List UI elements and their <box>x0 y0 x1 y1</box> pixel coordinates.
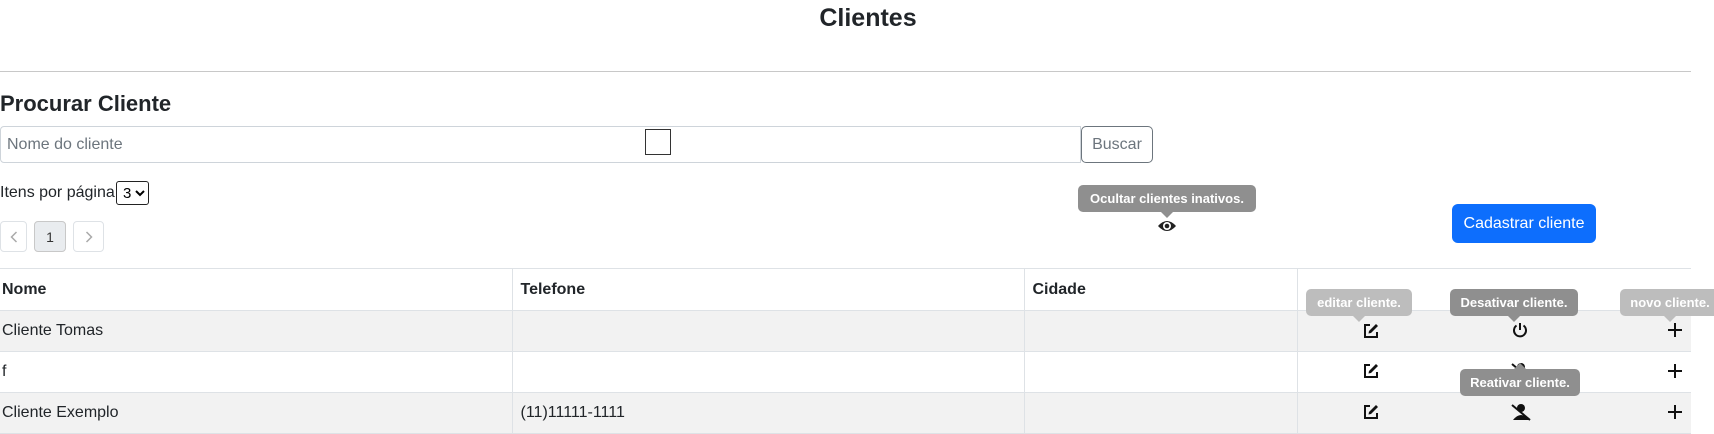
search-button[interactable]: Buscar <box>1081 126 1153 163</box>
pagination-page-button[interactable]: 1 <box>34 221 66 252</box>
edit-client-icon[interactable] <box>1362 403 1380 426</box>
cell-nome: Cliente Exemplo <box>0 392 512 434</box>
table-header-row: Nome Telefone Cidade <box>0 268 1691 311</box>
new-client-tooltip: novo cliente. <box>1620 289 1714 322</box>
page-title: Clientes <box>819 4 917 32</box>
cell-cidade <box>1023 392 1297 434</box>
column-header-telefone: Telefone <box>511 268 1024 311</box>
cell-telefone: (11)11111-1111 <box>511 392 1024 434</box>
chevron-right-icon <box>85 230 93 243</box>
clients-table: Nome Telefone Cidade Cliente Tomas f Cli… <box>0 268 1691 434</box>
plus-icon[interactable] <box>1666 362 1684 385</box>
edit-client-icon[interactable] <box>1362 322 1380 345</box>
table-row: Cliente Tomas <box>0 310 1691 352</box>
cell-cidade <box>1023 351 1297 393</box>
user-slash-icon[interactable] <box>1510 403 1532 426</box>
items-per-page-label: Itens por página: <box>0 184 120 201</box>
search-input[interactable] <box>0 126 1081 163</box>
pagination-prev-button[interactable] <box>0 221 27 252</box>
search-section-title: Procurar Cliente <box>0 91 172 116</box>
hide-inactive-tooltip: Ocultar clientes inativos. <box>1078 185 1256 218</box>
cell-cidade <box>1023 310 1297 352</box>
table-row: f <box>0 351 1691 393</box>
items-per-page-select[interactable]: 3 <box>116 181 149 205</box>
plus-icon[interactable] <box>1666 321 1684 344</box>
column-header-nome: Nome <box>0 268 512 311</box>
inactive-filter-checkbox[interactable] <box>645 129 671 155</box>
header-divider <box>0 71 1691 72</box>
chevron-left-icon <box>9 230 17 243</box>
pagination-next-button[interactable] <box>73 221 104 252</box>
table-row: Cliente Exemplo (11)11111-1111 <box>0 392 1691 434</box>
cell-telefone <box>511 310 1024 352</box>
edit-client-tooltip: editar cliente. <box>1306 289 1412 322</box>
cell-actions <box>1296 392 1691 434</box>
plus-icon[interactable] <box>1666 403 1684 426</box>
deactivate-client-tooltip: Desativar cliente. <box>1450 289 1578 322</box>
register-client-button[interactable]: Cadastrar cliente <box>1452 204 1596 243</box>
column-header-cidade: Cidade <box>1023 268 1297 311</box>
edit-client-icon[interactable] <box>1362 362 1380 385</box>
cell-nome: Cliente Tomas <box>0 310 512 352</box>
power-icon[interactable] <box>1511 321 1529 344</box>
cell-nome: f <box>0 351 512 393</box>
eye-icon[interactable] <box>1157 218 1177 234</box>
reactivate-client-tooltip: Reativar cliente. <box>1460 363 1580 396</box>
cell-telefone <box>511 351 1024 393</box>
